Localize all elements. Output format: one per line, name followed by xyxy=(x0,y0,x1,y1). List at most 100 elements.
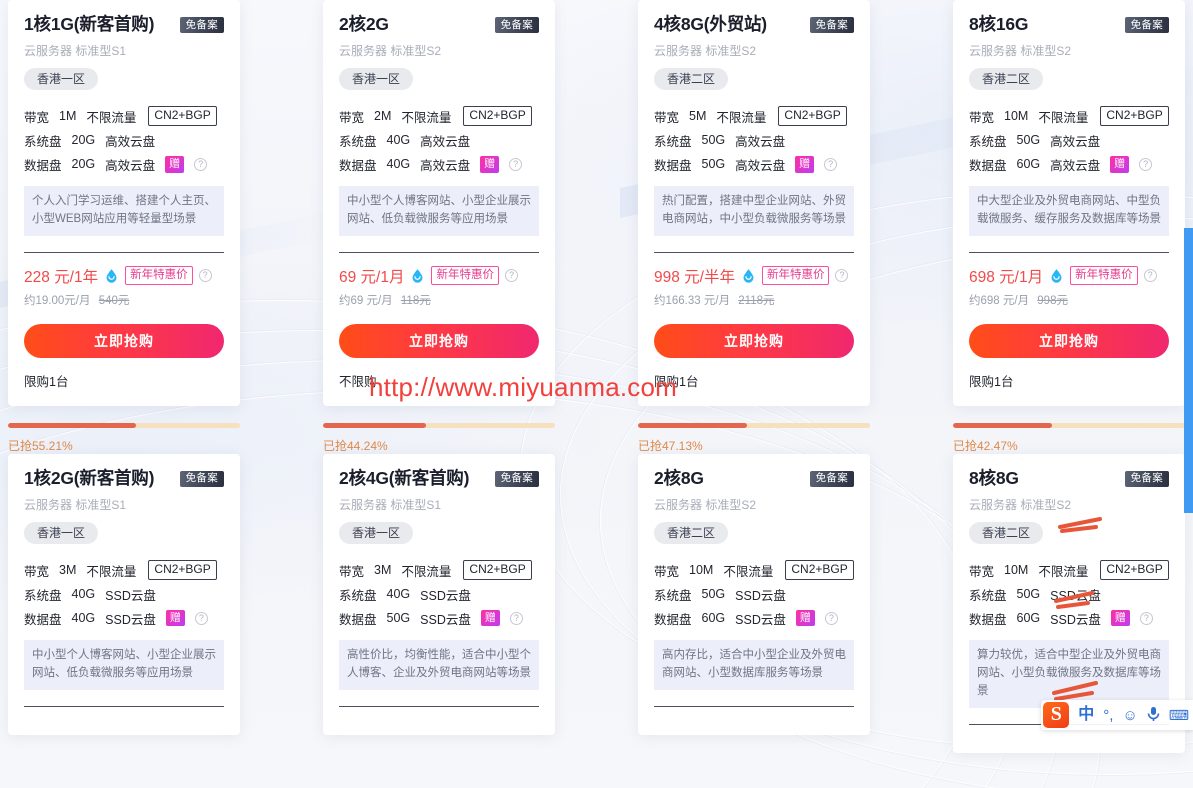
divider xyxy=(969,251,1169,253)
card-subtitle: 云服务器 标准型S2 xyxy=(654,43,757,58)
purchase-limit: 限购1台 xyxy=(969,374,1014,389)
spec-label: 系统盘 xyxy=(339,588,377,603)
buy-button[interactable]: 立即抢购 xyxy=(654,323,854,358)
product-card[interactable]: 2核4G(新客首购) 免备案 云服务器 标准型S1 香港一区 带宽 3M 不限流… xyxy=(323,453,555,735)
ime-emoji-icon[interactable]: ☺ xyxy=(1122,708,1137,723)
sold-progress: 已抢47.13% xyxy=(638,406,870,454)
ime-toolbar[interactable]: S 中 °, ☺ ⌨ xyxy=(1041,700,1193,730)
progress-fill xyxy=(8,422,137,428)
gift-badge: 赠 xyxy=(480,155,500,173)
help-circle-icon[interactable]: ? xyxy=(509,157,523,171)
spec-label: 带宽 xyxy=(24,564,50,579)
gift-badge: 赠 xyxy=(165,155,185,173)
spec-system-disk: 系统盘 20G 高效云盘 xyxy=(24,128,224,152)
spec-data-disk: 数据盘 60G 高效云盘 赠 ? xyxy=(969,152,1169,176)
card-header: 8核16G 免备案 xyxy=(969,14,1169,36)
spec-data-disk: 数据盘 50G SSD云盘 赠 ? xyxy=(339,606,539,630)
progress-fill xyxy=(638,422,748,428)
gift-badge: 赠 xyxy=(1110,155,1130,173)
card-header: 2核2G 免备案 xyxy=(339,14,539,36)
card-subtitle: 云服务器 标准型S1 xyxy=(339,497,442,512)
card-column: 2核8G 免备案 云服务器 标准型S2 香港二区 带宽 10M 不限流量 CN2… xyxy=(638,453,870,753)
spec-data-disk: 数据盘 40G 高效云盘 赠 ? xyxy=(339,152,539,176)
ime-language-mode[interactable]: 中 xyxy=(1078,707,1094,723)
spec-bandwidth: 带宽 10M 不限流量 CN2+BGP xyxy=(969,558,1169,582)
data-disk-size: 60G xyxy=(1016,157,1041,172)
spec-bandwidth: 带宽 10M 不限流量 CN2+BGP xyxy=(654,558,854,582)
price-original: 118元 xyxy=(400,294,431,307)
spec-system-disk: 系统盘 40G 高效云盘 xyxy=(339,128,539,152)
help-circle-icon[interactable]: ? xyxy=(824,611,838,625)
help-circle-icon[interactable]: ? xyxy=(1139,611,1153,625)
card-header: 4核8G(外贸站) 免备案 xyxy=(654,14,854,36)
help-circle-icon[interactable]: ? xyxy=(194,157,208,171)
card-column: 1核1G(新客首购) 免备案 云服务器 标准型S1 香港一区 带宽 1M 不限流… xyxy=(8,0,240,454)
spec-bandwidth: 带宽 5M 不限流量 CN2+BGP xyxy=(654,104,854,128)
progress-track xyxy=(323,422,555,428)
buy-button[interactable]: 立即抢购 xyxy=(339,323,539,358)
spec-label: 系统盘 xyxy=(339,134,377,149)
product-card[interactable]: 1核1G(新客首购) 免备案 云服务器 标准型S1 香港一区 带宽 1M 不限流… xyxy=(8,0,240,406)
product-card[interactable]: 8核16G 免备案 云服务器 标准型S2 香港二区 带宽 10M 不限流量 CN… xyxy=(953,0,1185,406)
data-disk-size: 40G xyxy=(386,157,411,172)
region-tag: 香港二区 xyxy=(654,68,729,91)
system-disk-size: 50G xyxy=(1016,133,1041,148)
spec-label: 数据盘 xyxy=(339,158,377,173)
help-circle-icon[interactable]: ? xyxy=(835,269,849,283)
help-circle-icon[interactable]: ? xyxy=(198,269,212,283)
data-disk-type: 高效云盘 xyxy=(420,158,471,173)
data-disk-size: 40G xyxy=(71,611,96,626)
spec-label: 带宽 xyxy=(654,110,680,125)
data-disk-type: 高效云盘 xyxy=(105,158,156,173)
ime-voice-icon[interactable] xyxy=(1147,706,1160,725)
help-circle-icon[interactable]: ? xyxy=(509,611,523,625)
bandwidth-value: 3M xyxy=(374,563,392,578)
network-tag: CN2+BGP xyxy=(463,106,532,127)
card-column: 4核8G(外贸站) 免备案 云服务器 标准型S2 香港二区 带宽 5M 不限流量… xyxy=(638,0,870,454)
price-original: 998元 xyxy=(1037,294,1068,307)
product-card[interactable]: 4核8G(外贸站) 免备案 云服务器 标准型S2 香港二区 带宽 5M 不限流量… xyxy=(638,0,870,406)
purchase-limit: 限购1台 xyxy=(654,374,699,389)
gift-badge: 赠 xyxy=(165,609,185,627)
ime-keyboard-icon[interactable]: ⌨ xyxy=(1169,708,1189,722)
card-title: 2核8G xyxy=(654,467,704,488)
spec-label: 带宽 xyxy=(24,110,50,125)
network-tag: CN2+BGP xyxy=(1100,106,1169,127)
spec-system-disk: 系统盘 50G 高效云盘 xyxy=(969,128,1169,152)
product-card[interactable]: 1核2G(新客首购) 免备案 云服务器 标准型S1 香港一区 带宽 3M 不限流… xyxy=(8,453,240,735)
sold-label: 已抢42.47% xyxy=(953,438,1018,453)
card-description: 算力较优，适合中型企业及外贸电商网站、小型负载微服务及数据库等场景 xyxy=(969,640,1169,708)
price-main: 698 元/1月 xyxy=(969,268,1044,286)
region-tag: 香港二区 xyxy=(969,68,1044,91)
help-circle-icon[interactable]: ? xyxy=(1139,157,1153,171)
spec-bandwidth: 带宽 2M 不限流量 CN2+BGP xyxy=(339,104,539,128)
traffic-value: 不限流量 xyxy=(1038,564,1089,579)
buy-button[interactable]: 立即抢购 xyxy=(24,323,224,358)
filing-exempt-badge: 免备案 xyxy=(494,17,539,33)
spec-data-disk: 数据盘 40G SSD云盘 赠 ? xyxy=(24,606,224,630)
filing-exempt-badge: 免备案 xyxy=(179,470,224,487)
help-circle-icon[interactable]: ? xyxy=(504,269,518,283)
product-card[interactable]: 2核2G 免备案 云服务器 标准型S2 香港一区 带宽 2M 不限流量 CN2+… xyxy=(323,0,555,406)
product-card[interactable]: 2核8G 免备案 云服务器 标准型S2 香港二区 带宽 10M 不限流量 CN2… xyxy=(638,453,870,735)
card-column: 1核2G(新客首购) 免备案 云服务器 标准型S1 香港一区 带宽 3M 不限流… xyxy=(8,453,240,753)
page-scrollbar[interactable] xyxy=(1184,228,1193,513)
sogou-logo-icon[interactable]: S xyxy=(1043,702,1070,728)
help-circle-icon[interactable]: ? xyxy=(1143,269,1157,283)
data-disk-type: SSD云盘 xyxy=(735,612,786,627)
help-circle-icon[interactable]: ? xyxy=(194,611,208,625)
system-disk-size: 40G xyxy=(71,587,96,602)
help-circle-icon[interactable]: ? xyxy=(824,157,838,171)
sold-progress: 已抢42.47% xyxy=(953,406,1185,454)
card-title: 2核4G(新客首购) xyxy=(339,467,470,488)
data-disk-type: SSD云盘 xyxy=(105,612,156,627)
progress-fill xyxy=(323,422,426,428)
spec-system-disk: 系统盘 50G SSD云盘 xyxy=(969,582,1169,606)
spec-label: 数据盘 xyxy=(654,158,692,173)
gift-badge: 赠 xyxy=(480,609,500,627)
progress-track xyxy=(8,422,240,428)
buy-button[interactable]: 立即抢购 xyxy=(969,323,1169,358)
spec-list: 带宽 10M 不限流量 CN2+BGP 系统盘 50G SSD云盘 数据盘 60… xyxy=(969,558,1169,630)
ime-punctuation-icon[interactable]: °, xyxy=(1103,708,1113,723)
sold-progress: 已抢44.24% xyxy=(323,406,555,454)
